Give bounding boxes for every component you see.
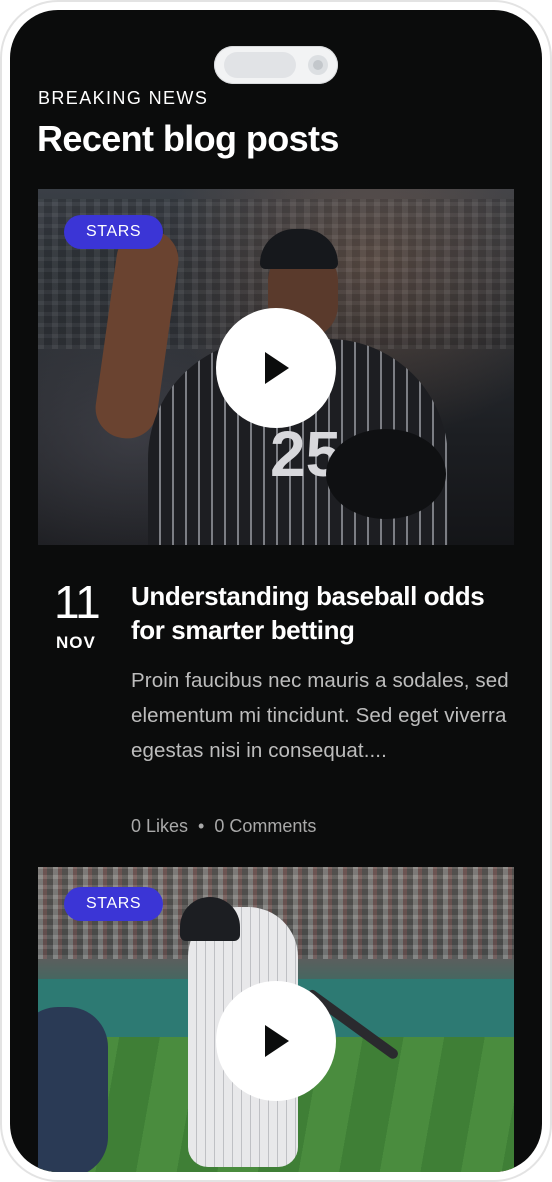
page-title: Recent blog posts xyxy=(37,118,339,159)
comments-count[interactable]: 0 Comments xyxy=(214,816,316,836)
likes-count[interactable]: 0 Likes xyxy=(131,816,188,836)
camera-icon xyxy=(308,55,328,75)
app-screen: BREAKING NEWS Recent blog posts 25 STARS… xyxy=(10,10,542,1172)
play-button[interactable] xyxy=(216,308,336,428)
dynamic-island xyxy=(214,46,338,84)
post-date-month: NOV xyxy=(56,633,96,652)
baseball-glove xyxy=(326,429,446,519)
post-excerpt: Proin faucibus nec mauris a sodales, sed… xyxy=(131,669,509,762)
post-date-day: 11 xyxy=(54,576,101,628)
play-button[interactable] xyxy=(216,981,336,1101)
category-badge[interactable]: STARS xyxy=(64,215,164,249)
section-eyebrow: BREAKING NEWS xyxy=(38,88,209,108)
play-icon xyxy=(265,352,289,384)
category-badge[interactable]: STARS xyxy=(64,887,164,921)
play-icon xyxy=(265,1025,289,1057)
separator-dot: • xyxy=(198,816,205,836)
post-image-2[interactable]: STARS xyxy=(38,867,514,1172)
post-title[interactable]: Understanding baseball odds for smarter … xyxy=(131,579,521,647)
post-stats: 0 Likes • 0 Comments xyxy=(131,816,316,837)
catcher-figure xyxy=(38,1007,108,1172)
post-image-1[interactable]: 25 STARS xyxy=(38,189,514,545)
island-pill xyxy=(224,52,296,78)
